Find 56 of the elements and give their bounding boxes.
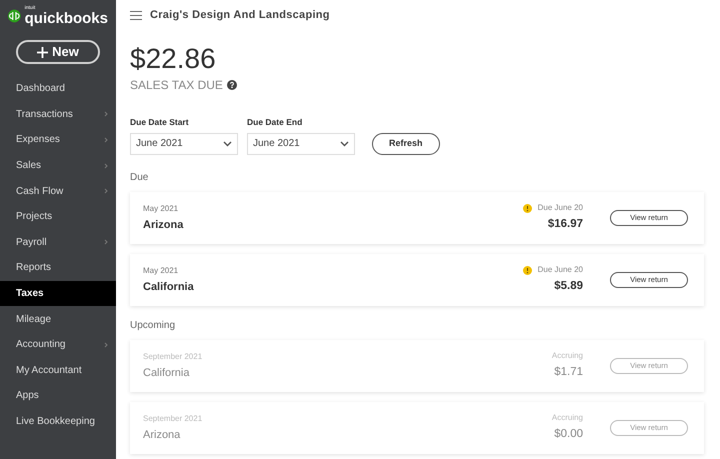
amount-text: $16.97 [548, 217, 583, 232]
sidebar-item[interactable]: Taxes [0, 280, 116, 306]
warning-icon [522, 266, 532, 275]
period-text: September 2021 [143, 412, 204, 424]
logo-text: quickbooks [24, 11, 108, 26]
state-name: California [143, 280, 195, 294]
sidebar-item[interactable]: Dashboard [0, 76, 116, 102]
period-text: September 2021 [143, 350, 204, 362]
chevron-right-icon [104, 188, 108, 194]
menu-icon[interactable] [130, 10, 142, 20]
period-text: May 2021 [143, 202, 180, 214]
period-text: May 2021 [143, 264, 180, 276]
sidebar-item[interactable]: My Accountant [0, 358, 116, 384]
sidebar-item[interactable]: Payroll [0, 230, 116, 256]
sidebar-item[interactable]: Reports [0, 255, 116, 281]
section-title: Due [130, 170, 150, 185]
sales-tax-label: SALES TAX DUE [130, 77, 223, 94]
sidebar-item[interactable]: Transactions [0, 102, 116, 128]
sales-tax-amount: $22.86 [130, 45, 217, 73]
sidebar-item[interactable]: Projects [0, 204, 116, 230]
plus-icon [37, 46, 48, 58]
sidebar-item[interactable]: Apps [0, 383, 116, 409]
filter-label: Due Date End [247, 116, 304, 129]
state-name: California [143, 366, 190, 380]
filter-label: Due Date Start [130, 116, 190, 129]
refresh-button[interactable]: Refresh [372, 132, 440, 155]
chevron-right-icon [104, 162, 108, 169]
status-text: Due June 20 [538, 202, 583, 214]
warning-icon [522, 204, 532, 213]
sidebar-item[interactable]: Mileage [0, 306, 116, 332]
amount-text: $5.89 [554, 279, 583, 294]
new-button[interactable]: New [16, 40, 100, 64]
amount-text: $1.71 [554, 365, 583, 380]
sidebar-item[interactable]: Live Bookkeeping [0, 408, 116, 434]
status-text: Accruing [552, 350, 583, 362]
help-icon[interactable] [226, 80, 237, 90]
sidebar-item[interactable]: Cash Flow [0, 178, 116, 204]
state-name: Arizona [143, 218, 184, 232]
chevron-right-icon [104, 239, 108, 246]
chevron-down-icon [223, 140, 232, 147]
sidebar-item[interactable]: Accounting [0, 332, 116, 358]
sidebar-item[interactable]: Expenses [0, 127, 116, 153]
chevron-right-icon [104, 111, 108, 118]
status-text: Due June 20 [538, 264, 583, 276]
amount-text: $0.00 [554, 427, 583, 442]
company-name: Craig's Design And Landscaping [150, 8, 330, 23]
chevron-right-icon [104, 136, 108, 143]
status-text: Accruing [552, 412, 583, 424]
date-dropdown[interactable]: June 2021 [247, 132, 355, 155]
logo-icon [8, 8, 21, 24]
section-title: Upcoming [130, 318, 176, 333]
chevron-right-icon [104, 342, 108, 348]
chevron-down-icon [340, 140, 349, 147]
date-dropdown[interactable]: June 2021 [130, 132, 238, 155]
sidebar-item[interactable]: Sales [0, 152, 116, 178]
state-name: Arizona [143, 428, 182, 442]
